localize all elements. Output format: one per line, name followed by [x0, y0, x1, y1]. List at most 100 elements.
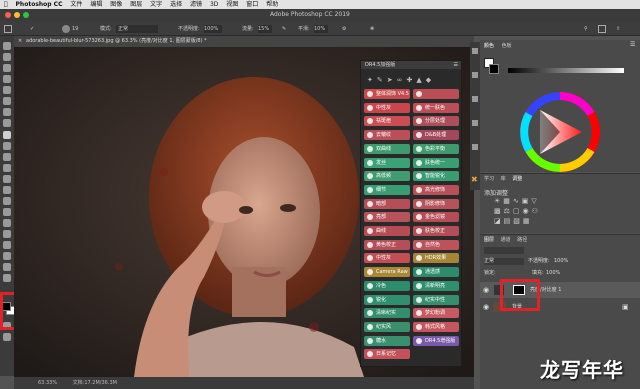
workspace-icon[interactable] — [598, 25, 606, 33]
app-menu[interactable]: Photoshop CC — [16, 1, 63, 8]
blend-mode-select[interactable]: 正常 — [484, 258, 524, 265]
plugin-button[interactable]: 肤色校正 — [413, 226, 459, 236]
opacity-input[interactable]: 100% — [204, 25, 222, 33]
shape-tool-icon[interactable] — [3, 241, 11, 249]
plugin-button[interactable]: 锐化 — [364, 294, 410, 305]
plugin-button[interactable]: 发丝 — [364, 157, 410, 168]
brush-tool-icon[interactable]: ✓ — [30, 22, 34, 36]
plugin-button[interactable]: D&B处理 — [413, 130, 459, 141]
pen-tool-icon[interactable] — [3, 208, 11, 216]
eraser-tool-icon[interactable] — [3, 164, 11, 172]
color-background-swatch[interactable] — [489, 64, 499, 74]
home-icon[interactable] — [4, 25, 12, 33]
type-tool-icon[interactable] — [3, 219, 11, 227]
plugin-button[interactable]: 糖水 — [364, 335, 410, 346]
plugin-button[interactable]: 亮部 — [364, 212, 410, 223]
heal-icon[interactable]: ✚ — [406, 76, 416, 84]
brush-preset-picker[interactable] — [62, 25, 70, 33]
brightness-slider[interactable] — [508, 68, 624, 73]
plugin-button[interactable]: 梦幻粉调 — [413, 308, 459, 319]
plugin-button[interactable]: 暗部 — [364, 198, 410, 209]
plugin-button[interactable]: 纪实风 — [364, 321, 410, 332]
plugin-button[interactable]: 双曲线 — [364, 143, 410, 154]
crop-tool-icon[interactable] — [3, 86, 11, 94]
layer-opacity-input[interactable]: 100% — [554, 258, 568, 265]
panel-menu-icon[interactable]: ☰ — [630, 41, 635, 48]
menu-layer[interactable]: 图层 — [130, 1, 142, 8]
pipette-icon[interactable]: ➤ — [387, 76, 397, 84]
dodge-tool-icon[interactable] — [3, 197, 11, 205]
plugin-button[interactable]: 高光修饰 — [413, 184, 459, 195]
path-select-tool-icon[interactable] — [3, 230, 11, 238]
plugin-button[interactable]: 高低频 — [364, 171, 410, 182]
tab-color[interactable]: 颜色 — [484, 43, 494, 49]
marquee-tool-icon[interactable] — [3, 53, 11, 61]
menu-view[interactable]: 视图 — [226, 1, 238, 8]
gear-icon[interactable]: ⚙ — [342, 22, 346, 36]
zoom-tool-icon[interactable] — [3, 263, 11, 271]
plugin-button[interactable]: Camera Raw — [364, 267, 410, 278]
color-wheel[interactable] — [520, 92, 600, 172]
properties-panel-icon[interactable] — [472, 72, 478, 78]
plugin-button[interactable]: 纪实中性 — [413, 294, 459, 305]
exposure-icon[interactable]: ▣ — [522, 197, 532, 205]
menu-edit[interactable]: 编辑 — [90, 1, 102, 8]
eyedropper-tool-icon[interactable] — [3, 108, 11, 116]
plugin-button[interactable]: 肤色统一 — [413, 157, 459, 168]
clone-stamp-tool-icon[interactable] — [3, 142, 11, 150]
search-icon[interactable]: ⚲ — [584, 22, 588, 36]
link-icon[interactable]: ∞ — [397, 76, 407, 84]
wand-icon[interactable]: ✦ — [367, 76, 377, 84]
tool-presets-panel-icon[interactable]: ✖ — [471, 176, 479, 184]
stamp-icon[interactable]: ▲ — [416, 76, 425, 84]
plugin-button[interactable]: HDR效果 — [413, 253, 459, 264]
tab-swatches[interactable]: 色板 — [502, 43, 512, 49]
flow-input[interactable]: 15% — [258, 25, 272, 33]
tab-layers[interactable]: 图层 — [484, 237, 494, 243]
plugin-button[interactable]: 清新明亮 — [413, 280, 459, 291]
plugin-button[interactable]: 中性灰 — [364, 102, 410, 113]
menu-filter[interactable]: 滤镜 — [190, 1, 202, 8]
threshold-icon[interactable]: ▧ — [513, 217, 523, 225]
layer-fill-input[interactable]: 100% — [546, 270, 560, 277]
plugin-button[interactable]: DR4.5增强版 — [413, 335, 459, 346]
airbrush-icon[interactable]: ✎ — [282, 22, 286, 36]
hand-tool-icon[interactable] — [3, 252, 11, 260]
history-panel-icon[interactable] — [472, 48, 478, 54]
healing-brush-tool-icon[interactable] — [3, 119, 11, 127]
mixer-icon[interactable]: ⚇ — [532, 207, 541, 215]
menu-window[interactable]: 窗口 — [246, 1, 258, 8]
brush-settings-panel-icon[interactable] — [472, 120, 478, 126]
menu-select[interactable]: 选择 — [170, 1, 182, 8]
history-brush-tool-icon[interactable] — [3, 153, 11, 161]
shape-icon[interactable]: ◆ — [426, 76, 435, 84]
hue-icon[interactable]: ▩ — [494, 207, 504, 215]
tab-libraries[interactable]: 库 — [501, 176, 506, 182]
lasso-tool-icon[interactable] — [3, 64, 11, 72]
plugin-button[interactable]: 中性灰 — [364, 253, 410, 264]
eye-icon[interactable]: ◉ — [483, 302, 489, 312]
blur-tool-icon[interactable] — [3, 186, 11, 194]
eye-icon[interactable]: ◉ — [483, 285, 489, 295]
curves-icon[interactable]: ∿ — [513, 197, 522, 205]
plugin-button[interactable]: 黄色校正 — [364, 239, 410, 250]
menu-type[interactable]: 文字 — [150, 1, 162, 8]
plugin-menu-icon[interactable]: ☰ — [454, 61, 458, 69]
plugin-button[interactable]: 祛斑痘 — [364, 116, 410, 127]
plugin-button[interactable]: 日系记忆 — [364, 349, 410, 360]
zoom-window-button[interactable] — [23, 12, 29, 18]
move-tool-icon[interactable] — [3, 42, 11, 50]
tab-paths[interactable]: 路径 — [517, 237, 527, 243]
plugin-button[interactable]: 通透感 — [413, 267, 459, 278]
posterize-icon[interactable]: ▤ — [504, 217, 514, 225]
plugin-button[interactable]: 分层处理 — [413, 116, 459, 127]
info-panel-icon[interactable] — [472, 96, 478, 102]
share-icon[interactable]: ⇧ — [616, 22, 620, 36]
apple-menu[interactable]:  — [4, 1, 8, 8]
plugin-button[interactable]: 统一肤色 — [413, 102, 459, 113]
layer-filter-select[interactable] — [484, 247, 524, 254]
symmetry-icon[interactable]: ❋ — [370, 22, 374, 36]
smooth-input[interactable]: 10% — [314, 25, 328, 33]
zoom-level[interactable]: 63.33% — [38, 380, 57, 386]
balance-icon[interactable]: ⚖ — [504, 207, 513, 215]
